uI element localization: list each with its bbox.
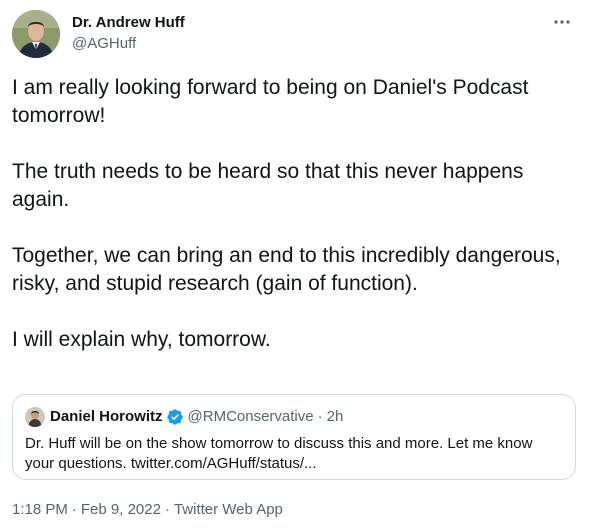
more-options-button[interactable] [550,12,574,30]
tweet-paragraph: The truth needs to be heard so that this… [12,160,524,211]
tweet-card: Dr. Andrew Huff @AGHuff I am really look… [0,0,590,532]
quoted-separator: · [317,408,323,425]
quoted-author-name: Daniel Horowitz [50,408,163,425]
verified-badge-icon [166,408,184,426]
tweet-paragraph: Together, we can bring an end to this in… [12,244,561,295]
quoted-author-handle: @RMConservative [187,408,314,425]
author-block: Dr. Andrew Huff @AGHuff [72,14,185,53]
author-handle[interactable]: @AGHuff [72,35,185,53]
quoted-tweet[interactable]: Daniel Horowitz @RMConservative · 2h Dr.… [12,394,576,480]
quoted-text-line: Dr. Huff will be on the show tomorrow to… [25,435,533,452]
meta-separator: · [164,501,170,518]
quoted-author-avatar [25,407,45,427]
quoted-tweet-header: Daniel Horowitz @RMConservative · 2h [25,407,343,427]
tweet-source-link[interactable]: Twitter Web App [174,501,283,518]
author-avatar[interactable] [12,10,60,58]
tweet-paragraph: I am really looking forward to being on … [12,76,529,127]
tweet-time[interactable]: 1:18 PM [12,501,68,518]
tweet-text: I am really looking forward to being on … [12,74,582,354]
tweet-meta: 1:18 PM · Feb 9, 2022 · Twitter Web App [12,500,283,520]
tweet-paragraph: I will explain why, tomorrow. [12,328,271,351]
author-name[interactable]: Dr. Andrew Huff [72,14,185,32]
meta-separator: · [71,501,77,518]
quoted-timestamp: 2h [326,408,344,425]
quoted-tweet-text: Dr. Huff will be on the show tomorrow to… [25,434,565,474]
quoted-text-line: your questions. twitter.com/AGHuff/statu… [25,455,317,472]
more-dots-icon [553,12,571,30]
tweet-date[interactable]: Feb 9, 2022 [81,501,161,518]
